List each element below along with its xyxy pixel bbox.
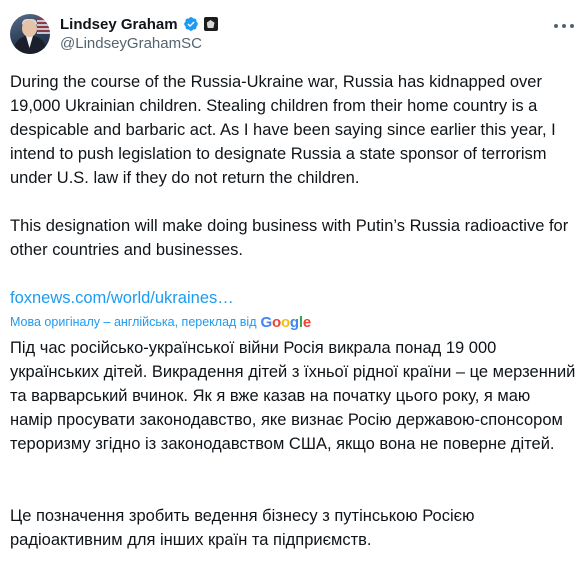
tweet-header: Lindsey Graham @LindseyGrahamSC: [10, 12, 576, 56]
avatar[interactable]: [10, 14, 50, 54]
translated-paragraph: Під час російсько-української війни Росі…: [10, 339, 576, 453]
author-display-name[interactable]: Lindsey Graham: [60, 16, 178, 33]
verified-badge-icon: [183, 17, 198, 31]
translation-attribution[interactable]: Мова оригіналу – англійська, переклад ві…: [10, 312, 311, 332]
more-options-icon[interactable]: [554, 16, 574, 36]
government-affiliation-icon: [203, 17, 218, 31]
article-link[interactable]: foxnews.com/world/ukraines…: [10, 286, 234, 310]
translation-label[interactable]: Мова оригіналу – англійська, переклад ві…: [10, 315, 257, 329]
translated-paragraph: Це позначення зробить ведення бізнесу з …: [10, 507, 475, 549]
tweet-paragraph: This designation will make doing busines…: [10, 217, 569, 259]
google-logo: Google: [260, 313, 312, 331]
tweet-paragraph: During the course of the Russia-Ukraine …: [10, 73, 556, 187]
author-name-row: Lindsey Graham: [60, 14, 218, 34]
author-handle[interactable]: @LindseyGrahamSC: [60, 35, 202, 52]
